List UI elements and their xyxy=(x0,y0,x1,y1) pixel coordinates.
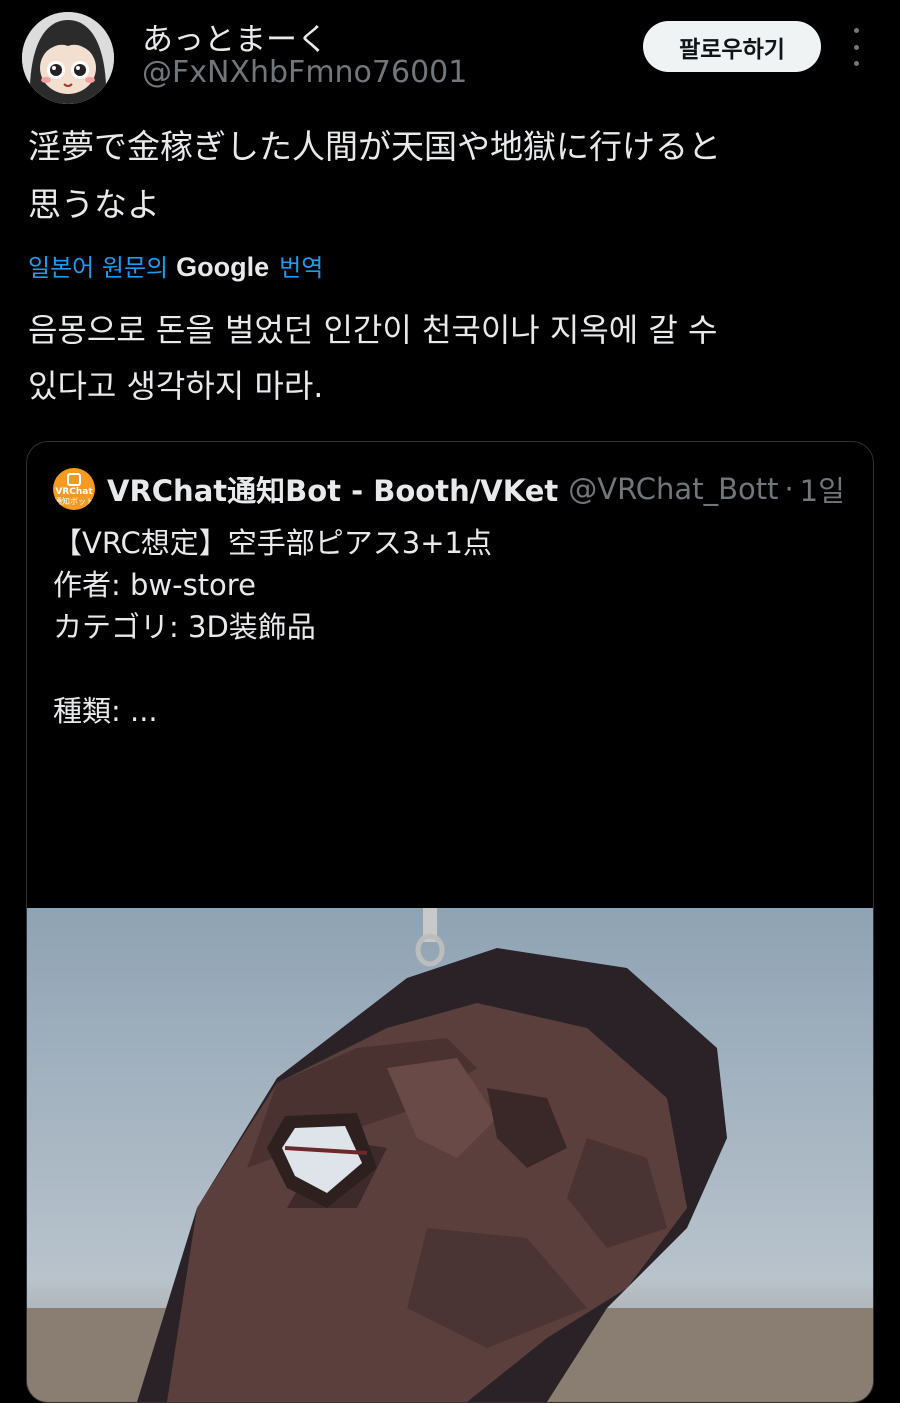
quote-body-line: 作者: bw-store xyxy=(53,568,256,602)
quote-body-line: 種類: ... xyxy=(53,694,158,728)
author-display-name[interactable]: あっとまーく xyxy=(142,14,328,59)
more-vertical-icon[interactable] xyxy=(845,28,867,66)
quote-author-handle[interactable]: @VRChat_Bott xyxy=(568,472,778,506)
shopping-bag-icon xyxy=(67,473,81,486)
bot-avatar-label: VRChat xyxy=(55,487,93,497)
bot-avatar-sublabel: 通知ボット xyxy=(54,497,94,506)
anime-avatar-icon xyxy=(22,12,114,104)
quote-media-image[interactable] xyxy=(27,908,873,1402)
translation-attribution[interactable]: 일본어 원문의 Google 번역 xyxy=(28,248,323,283)
author-avatar[interactable] xyxy=(22,12,114,104)
translated-line: 있다고 생각하지 마라. xyxy=(28,367,324,405)
google-logo: Google xyxy=(176,252,270,282)
quoted-tweet-card[interactable]: VRChat 通知ボット VRChat通知Bot - Booth/VKet @V… xyxy=(26,441,874,1403)
quote-body-line: カテゴリ: 3D装飾品 xyxy=(53,610,316,644)
translation-suffix: 번역 xyxy=(279,254,324,282)
translated-text: 음몽으로 돈을 벌었던 인간이 천국이나 지옥에 갈 수 있다고 생각하지 마라… xyxy=(28,302,848,414)
bot-avatar[interactable]: VRChat 通知ボット xyxy=(53,468,95,510)
quote-body-line xyxy=(53,648,833,690)
tweet-text: 淫夢で金稼ぎした人間が天国や地獄に行けると 思うなよ xyxy=(28,118,828,234)
separator-dot: · xyxy=(784,472,794,506)
translated-line: 음몽으로 돈을 벌었던 인간이 천국이나 지옥에 갈 수 xyxy=(28,311,718,349)
low-poly-head-render-icon xyxy=(27,908,873,1402)
follow-button[interactable]: 팔로우하기 xyxy=(643,21,821,72)
quote-body-line: 【VRC想定】空手部ピアス3+1点 xyxy=(53,526,492,560)
translation-prefix: 일본어 원문의 xyxy=(28,254,169,282)
tweet-line: 淫夢で金稼ぎした人間が天国や地獄に行けると xyxy=(28,127,721,166)
quote-header: VRChat 通知ボット VRChat通知Bot - Booth/VKet @V… xyxy=(53,468,845,510)
quote-body: 【VRC想定】空手部ピアス3+1点 作者: bw-store カテゴリ: 3D装… xyxy=(53,522,833,732)
tweet-line: 思うなよ xyxy=(28,185,160,224)
author-handle[interactable]: @FxNXhbFmno76001 xyxy=(142,55,467,90)
quote-timestamp[interactable]: 1일 xyxy=(800,468,845,510)
quote-author-name[interactable]: VRChat通知Bot - Booth/VKet xyxy=(107,468,558,510)
